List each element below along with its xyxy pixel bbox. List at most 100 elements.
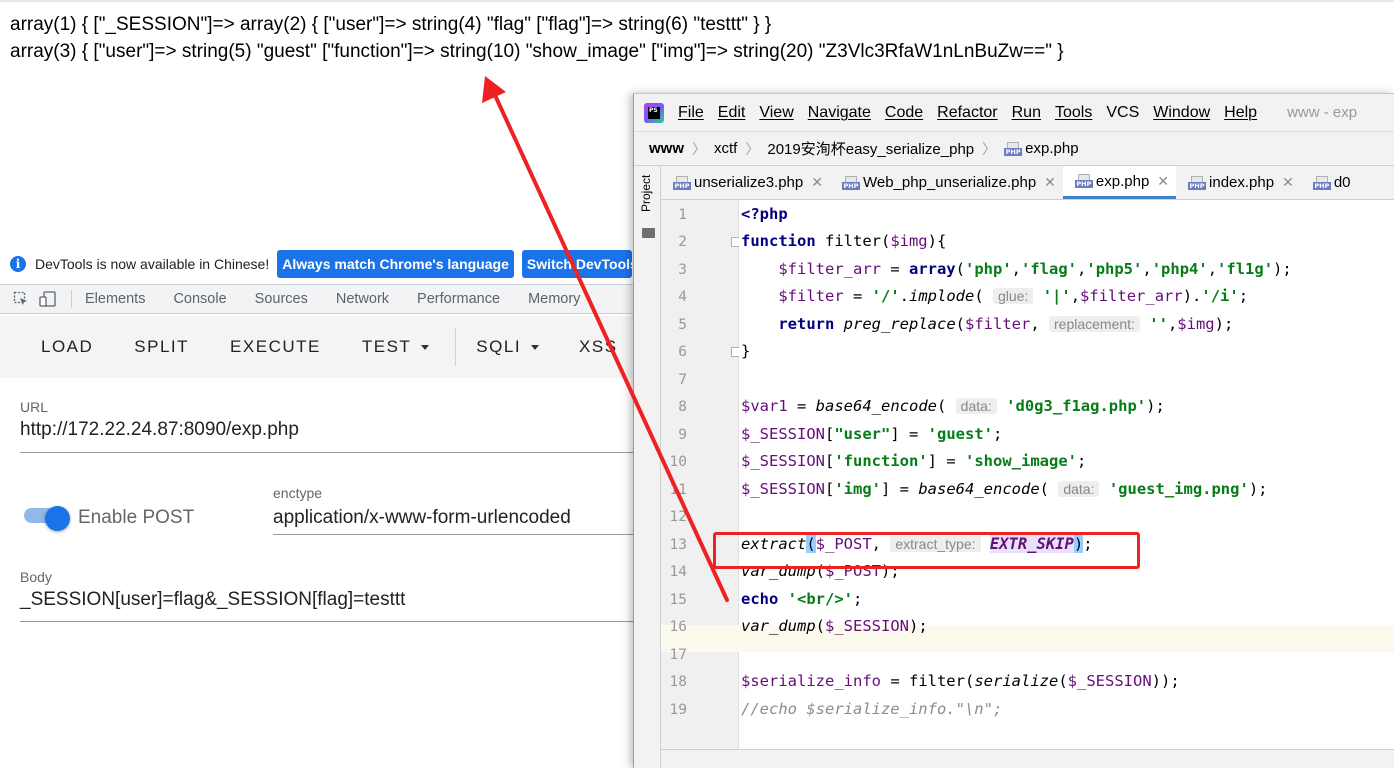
code-line-16: var_dump($_SESSION);: [741, 617, 928, 635]
load-button[interactable]: LOAD: [41, 337, 93, 357]
code-line-4: $filter = '/'.implode( glue: '|',$filter…: [778, 287, 1249, 305]
line-number: 10: [669, 454, 687, 470]
devtools-infobar: i DevTools is now available in Chinese! …: [0, 248, 640, 280]
code-line-15: echo '<br/>';: [741, 590, 863, 608]
url-label: URL: [20, 399, 49, 415]
always-match-language-button[interactable]: Always match Chrome's language: [277, 250, 514, 278]
chevron-down-icon: [421, 344, 430, 350]
devtools-panel: i DevTools is now available in Chinese! …: [0, 248, 640, 768]
execute-label: EXECUTE: [230, 337, 321, 356]
chevron-right-icon: 〉: [692, 140, 707, 157]
body-input[interactable]: _SESSION[user]=flag&_SESSION[flag]=testt…: [20, 589, 405, 611]
switch-devtools-button[interactable]: Switch DevTools: [521, 250, 632, 278]
ide-status-strip: [661, 749, 1394, 768]
sqli-label: SQLI: [476, 337, 522, 356]
session-dump-output-2: array(3) { ["user"]=> string(5) "guest" …: [10, 41, 1064, 62]
menu-tools[interactable]: Tools: [1055, 104, 1092, 122]
menu-navigate[interactable]: Navigate: [808, 104, 871, 122]
code-line-5: return preg_replace($filter, replacement…: [778, 315, 1234, 333]
enctype-select[interactable]: application/x-www-form-urlencoded: [273, 507, 571, 529]
tab-memory[interactable]: Memory: [528, 291, 580, 307]
page-top-border: [0, 0, 1394, 2]
breadcrumb-folder[interactable]: 2019安洵杯easy_serialize_php: [767, 138, 974, 159]
line-number-gutter: 1 2 3 4 5 6 7 8 9 10 11 12 13 14 15 16 1…: [661, 200, 741, 768]
code-line-1: <?php: [741, 205, 788, 223]
enctype-underline: [273, 534, 640, 535]
line-number: 12: [669, 509, 687, 525]
menu-refactor[interactable]: Refactor: [937, 104, 997, 122]
breadcrumb-file[interactable]: exp.php: [1025, 140, 1078, 157]
hackbar-divider: [455, 328, 457, 366]
session-dump-output: array(1) { ["_SESSION"]=> array(2) { ["u…: [10, 14, 772, 35]
code-line-10: $_SESSION['function'] = 'show_image';: [741, 452, 1087, 470]
menu-help[interactable]: Help: [1224, 104, 1257, 122]
line-number: 15: [669, 592, 687, 608]
code-line-8: $var1 = base64_encode( data: 'd0g3_f1ag.…: [741, 397, 1165, 415]
screen: { "browser_output": { "line1": "array(1)…: [0, 0, 1394, 768]
line-number: 8: [678, 399, 687, 415]
device-toolbar-icon[interactable]: [39, 291, 56, 307]
line-number: 17: [669, 647, 687, 663]
inspect-element-icon[interactable]: [13, 291, 29, 307]
php-file-icon: PHP: [841, 175, 860, 190]
tab-sources[interactable]: Sources: [255, 291, 308, 307]
tab-elements[interactable]: Elements: [85, 291, 145, 307]
code-line-2: function filter($img){: [741, 232, 947, 250]
php-file-icon: PHP: [1074, 174, 1093, 188]
menu-file[interactable]: File: [678, 104, 704, 122]
code-line-19: //echo $serialize_info."\n";: [741, 700, 1003, 718]
close-icon[interactable]: ✕: [811, 174, 823, 191]
ide-menubar: PS File Edit View Navigate Code Refactor…: [634, 94, 1394, 131]
split-label: SPLIT: [134, 337, 190, 356]
line-number: 6: [678, 344, 687, 360]
param-hint: replacement:: [1049, 316, 1140, 332]
tab-d0[interactable]: PHP d0: [1301, 166, 1358, 199]
menu-edit[interactable]: Edit: [718, 104, 746, 122]
tab-label: exp.php: [1095, 172, 1150, 190]
test-dropdown[interactable]: TEST: [362, 337, 430, 357]
enable-post-toggle[interactable]: [45, 506, 70, 531]
project-panel-toggle[interactable]: Project: [639, 175, 653, 212]
url-input[interactable]: http://172.22.24.87:8090/exp.php: [20, 419, 299, 441]
split-button[interactable]: SPLIT: [134, 337, 189, 357]
infobar-message: DevTools is now available in Chinese!: [35, 256, 270, 272]
tab-index[interactable]: PHP index.php ✕: [1176, 166, 1301, 199]
php-file-icon: PHP: [1004, 141, 1023, 156]
breadcrumb-xctf[interactable]: xctf: [714, 140, 737, 157]
close-icon[interactable]: ✕: [1044, 174, 1056, 191]
devtools-tabbar: Elements Console Sources Network Perform…: [0, 284, 640, 314]
tab-label: unserialize3.php: [694, 174, 804, 191]
php-file-icon: PHP: [1312, 175, 1331, 190]
menu-run[interactable]: Run: [1012, 104, 1041, 122]
param-hint: data:: [955, 398, 997, 414]
line-number: 5: [678, 317, 687, 333]
close-icon[interactable]: ✕: [1157, 173, 1169, 190]
enctype-label: enctype: [273, 485, 323, 501]
menu-code[interactable]: Code: [885, 104, 923, 122]
folder-icon: [642, 228, 655, 238]
tab-performance[interactable]: Performance: [417, 291, 500, 307]
tab-unserialize3[interactable]: PHP unserialize3.php ✕: [661, 166, 830, 199]
tab-network[interactable]: Network: [336, 291, 389, 307]
xss-label: XSS: [579, 337, 618, 356]
line-number: 1: [678, 207, 687, 223]
menu-window[interactable]: Window: [1153, 104, 1210, 122]
close-icon[interactable]: ✕: [1282, 174, 1294, 191]
body-underline: [20, 621, 640, 622]
code-line-6: }: [741, 342, 751, 360]
breadcrumb-www[interactable]: www: [649, 140, 684, 157]
param-hint: glue:: [993, 288, 1034, 304]
sqli-dropdown[interactable]: SQLI: [476, 337, 540, 357]
execute-button[interactable]: EXECUTE: [230, 337, 321, 357]
php-file-icon: PHP: [673, 175, 691, 190]
tab-web-php-unserialize[interactable]: PHP Web_php_unserialize.php ✕: [830, 166, 1063, 199]
menu-vcs[interactable]: VCS: [1106, 104, 1139, 122]
chevron-right-icon: 〉: [745, 140, 760, 157]
tab-console[interactable]: Console: [173, 291, 226, 307]
menu-view[interactable]: View: [759, 104, 793, 122]
tab-exp[interactable]: PHP exp.php ✕: [1062, 166, 1177, 199]
xss-dropdown[interactable]: XSS: [579, 337, 618, 357]
url-underline: [20, 452, 640, 453]
annotation-highlight-box: [713, 532, 1140, 569]
code-editor[interactable]: <?php function filter($img){ $filter_arr…: [739, 200, 1394, 768]
